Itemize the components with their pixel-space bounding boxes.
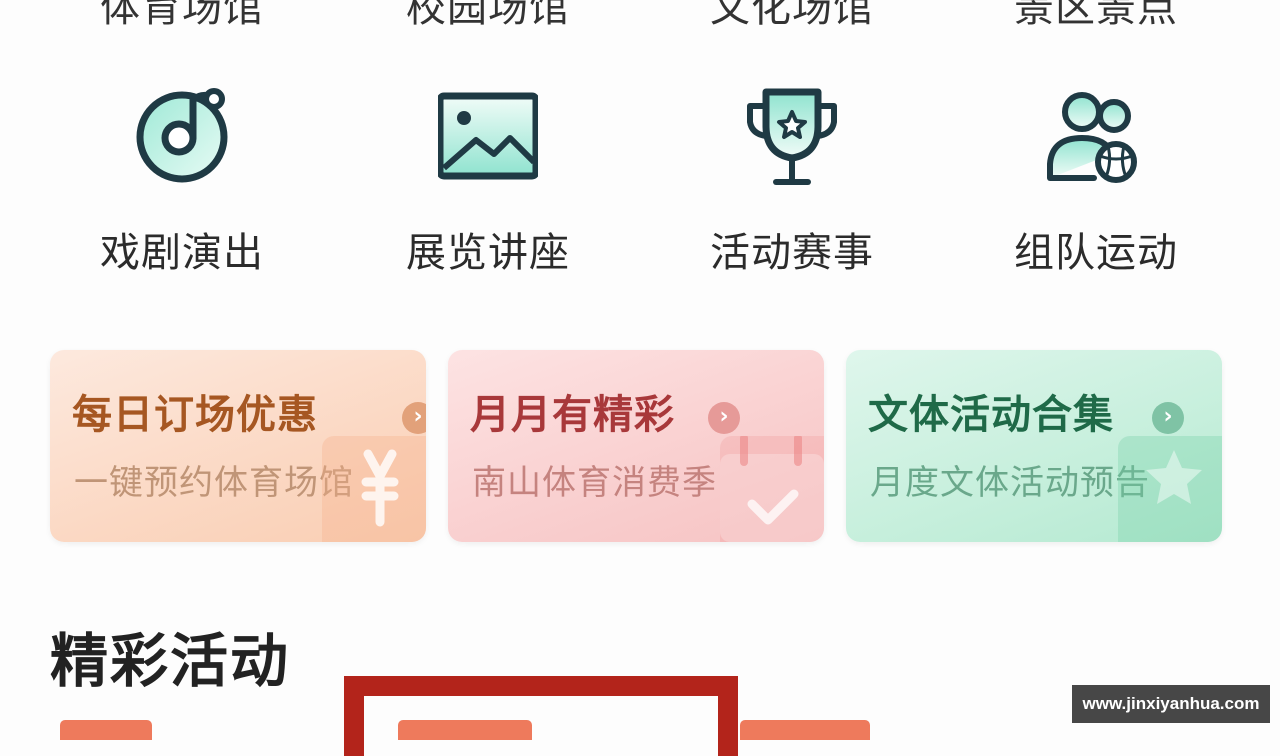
promo-card-daily-booking[interactable]: 每日订场优惠 › 一键预约体育场馆 [50,350,426,542]
promo-card-subtitle: 一键预约体育场馆 [74,463,354,503]
team-ball-icon [1046,82,1146,192]
chevron-right-icon: › [402,402,426,434]
category-drama-performance[interactable]: 戏剧演出 [52,82,312,282]
trophy-star-icon [742,82,842,192]
promo-card-subtitle: 南山体育消费季 [472,463,717,503]
promo-card-title: 文体活动合集 [868,392,1114,438]
category-activity-competition[interactable]: 活动赛事 [662,82,922,282]
activity-tag [60,720,152,740]
category-label: 戏剧演出 [100,230,264,276]
landscape-picture-icon [436,82,540,192]
promo-card-monthly-highlights[interactable]: 月月有精彩 › 南山体育消费季 [448,350,824,542]
music-disc-icon [132,82,232,192]
category-scenic-spot[interactable]: 景区景点 [966,0,1226,30]
promo-card-title: 每日订场优惠 [72,392,318,438]
category-sports-venue[interactable]: 体育场馆 [52,0,312,30]
chevron-right-icon: › [708,402,740,434]
chevron-right-icon: › [1152,402,1184,434]
promo-card-activity-collection[interactable]: 文体活动合集 › 月度文体活动预告 [846,350,1222,542]
promo-card-subtitle: 月度文体活动预告 [870,463,1150,503]
category-label: 组队运动 [1014,230,1178,276]
category-exhibition-lecture[interactable]: 展览讲座 [358,82,618,282]
activity-tag [740,720,870,740]
calendar-check-icon [720,434,824,542]
star-badge-icon [1118,436,1222,542]
category-culture-venue[interactable]: 文化场馆 [662,0,922,30]
highlight-frame [344,676,738,756]
promo-card-title: 月月有精彩 [470,392,675,438]
category-team-sports[interactable]: 组队运动 [966,82,1226,282]
watermark: www.jinxiyanhua.com [1072,685,1270,723]
yen-coupon-icon [322,436,426,542]
category-label: 活动赛事 [710,230,874,276]
category-campus-venue[interactable]: 校园场馆 [358,0,618,30]
category-label: 展览讲座 [406,230,570,276]
section-title: 精彩活动 [50,627,291,695]
